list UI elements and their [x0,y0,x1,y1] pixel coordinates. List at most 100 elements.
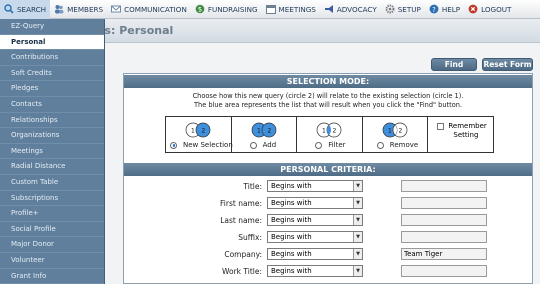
sidebar: EZ-Query Personal Contributions Soft Cre… [0,19,105,284]
nav-advocacy[interactable]: ADVOCACY [320,0,381,19]
venn-new-selection-icon: 1 2 [185,122,211,138]
sidebar-item-radial-distance[interactable]: Radial Distance [0,159,104,175]
svg-text:2: 2 [333,128,337,135]
search-icon [4,4,14,14]
last-name-value-input[interactable] [401,214,487,226]
svg-text:1: 1 [322,128,326,135]
select-value: Begins with [271,182,312,190]
criteria-label: Company: [224,250,262,259]
chevron-down-icon: ▼ [353,181,362,191]
select-value: Begins with [271,233,312,241]
suffix-operator-select[interactable]: Begins with ▼ [267,231,363,243]
criteria-label: First name: [220,199,262,208]
sidebar-item-major-donor[interactable]: Major Donor [0,237,104,253]
nav-label: SETUP [397,4,421,14]
sidebar-item-grant-info[interactable]: Grant Info [0,269,104,284]
first-name-value-input[interactable] [401,197,487,209]
criteria-label: Title: [243,182,262,191]
nav-meetings[interactable]: MEETINGS [262,0,320,19]
svg-text:$: $ [198,6,202,14]
radio-new-selection[interactable] [170,141,177,149]
select-value: Begins with [271,267,312,275]
nav-label: MEMBERS [67,4,104,14]
last-name-operator-select[interactable]: Begins with ▼ [267,214,363,226]
find-button[interactable]: Find [431,58,477,71]
page-header: rs: Personal [99,19,540,43]
personal-criteria-heading: PERSONAL CRITERIA: [124,163,532,176]
select-value: Begins with [271,250,312,258]
sidebar-item-subscriptions[interactable]: Subscriptions [0,191,104,207]
svg-text:1: 1 [388,128,392,135]
mode-new-selection[interactable]: 1 2 New Selection [166,117,233,152]
select-value: Begins with [271,216,312,224]
svg-text:2: 2 [267,128,271,135]
criteria-row-first-name: First name: Begins with ▼ [124,197,532,211]
sidebar-item-profile-plus[interactable]: Profile+ [0,206,104,222]
company-operator-select[interactable]: Begins with ▼ [267,248,363,260]
nav-communication[interactable]: COMMUNICATION [107,0,191,19]
nav-search[interactable]: SEARCH [0,0,51,19]
nav-setup[interactable]: SETUP [381,0,425,19]
remember-setting-checkbox[interactable] [437,123,445,130]
mode-add[interactable]: 1 2 Add [232,117,298,152]
first-name-operator-select[interactable]: Begins with ▼ [267,197,363,209]
radio-filter[interactable] [315,141,323,149]
criteria-row-suffix: Suffix: Begins with ▼ [124,231,532,245]
reset-form-button[interactable]: Reset Form [482,58,533,71]
nav-logout[interactable]: LOGOUT [464,0,515,19]
selection-mode-heading: SELECTION MODE: [124,75,532,88]
svg-text:2: 2 [399,128,403,135]
selection-instruction-2: The blue area represents the list that w… [193,101,463,109]
logout-icon [468,4,478,14]
sidebar-item-social-profile[interactable]: Social Profile [0,222,104,238]
venn-filter-icon: 1 2 [317,122,342,138]
title-value-input[interactable] [401,180,487,192]
mode-label-add: Add [262,141,277,149]
gear-icon [385,4,395,14]
nav-label: FUNDRAISING [207,4,258,14]
megaphone-icon [324,5,333,13]
remember-setting-label-1: Remember [448,122,487,130]
criteria-label: Suffix: [238,233,262,242]
criteria-row-last-name: Last name: Begins with ▼ [124,214,532,228]
chevron-down-icon: ▼ [353,215,362,225]
remember-setting[interactable]: Remember Setting [428,117,493,152]
sidebar-item-contributions[interactable]: Contributions [0,50,104,66]
fundraising-icon: $ [195,4,205,14]
sidebar-item-soft-credits[interactable]: Soft Credits [0,66,104,82]
radio-remove[interactable] [376,141,384,149]
sidebar-item-meetings[interactable]: Meetings [0,144,104,160]
meetings-icon [265,5,276,14]
title-operator-select[interactable]: Begins with ▼ [267,180,363,192]
nav-label: MEETINGS [278,4,316,14]
sidebar-item-personal[interactable]: Personal [0,34,104,51]
mode-remove[interactable]: 1 2 Remove [363,117,429,152]
company-value-input[interactable]: Team Tiger [401,248,487,260]
nav-help[interactable]: ? HELP [425,0,464,19]
work-title-operator-select[interactable]: Begins with ▼ [267,265,363,277]
sidebar-item-relationships[interactable]: Relationships [0,113,104,129]
selection-mode-box: 1 2 New Selection 1 2 Add 1 2 Filter 1 2… [165,116,494,153]
sidebar-item-pledges[interactable]: Pledges [0,81,104,97]
sidebar-item-organizations[interactable]: Organizations [0,128,104,144]
radio-add[interactable] [249,141,257,149]
suffix-value-input[interactable] [401,231,487,243]
top-nav: SEARCH MEMBERS COMMUNICATION $ FUNDRAISI… [0,0,540,19]
chevron-down-icon: ▼ [353,266,362,276]
chevron-down-icon: ▼ [353,198,362,208]
remember-setting-label-2: Setting [453,131,479,139]
nav-label: COMMUNICATION [124,4,187,14]
mode-filter[interactable]: 1 2 Filter [297,117,363,152]
sidebar-item-volunteer[interactable]: Volunteer [0,253,104,269]
nav-fundraising[interactable]: $ FUNDRAISING [191,0,262,19]
page-title: rs: Personal [99,24,174,37]
sidebar-item-contacts[interactable]: Contacts [0,97,104,113]
nav-members[interactable]: MEMBERS [50,0,107,19]
selection-instruction-1: Choose how this new query (circle 2) wil… [192,92,464,100]
sidebar-item-custom-table[interactable]: Custom Table [0,175,104,191]
criteria-label: Last name: [220,216,262,225]
mode-label-filter: Filter [328,141,346,149]
work-title-value-input[interactable] [401,265,487,277]
sidebar-item-ez-query[interactable]: EZ-Query [0,19,104,35]
main-content: Find Reset Form SELECTION MODE: Choose h… [105,43,540,284]
